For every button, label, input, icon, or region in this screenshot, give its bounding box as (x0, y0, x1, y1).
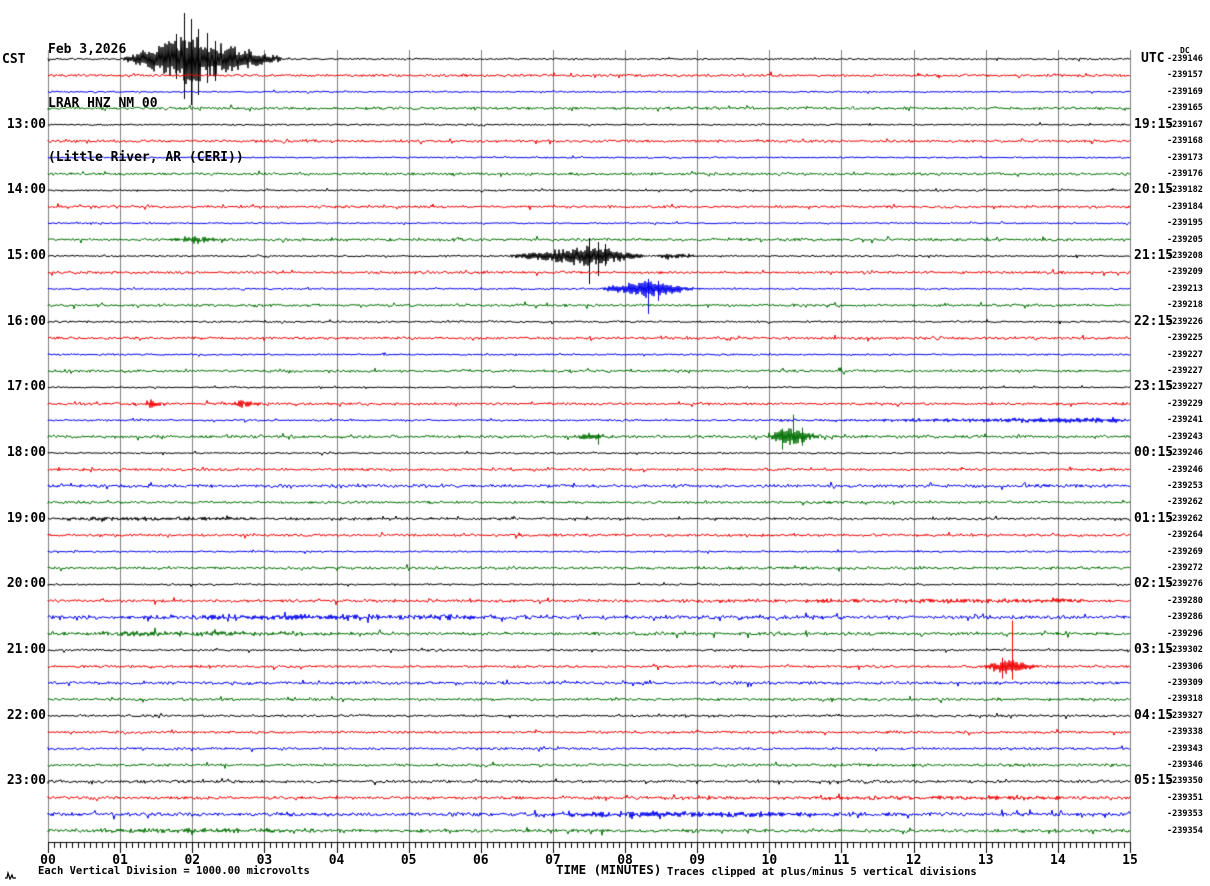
dc-value: -239157 (1167, 70, 1203, 81)
dc-value: -239296 (1167, 628, 1203, 639)
dc-value: -239208 (1167, 251, 1203, 262)
left-hour-label: 21:00 (6, 642, 46, 658)
title-location: (Little River, AR (CERI)) (48, 150, 244, 165)
left-hour-label: 14:00 (6, 182, 46, 198)
left-hour-label: 15:00 (6, 248, 46, 264)
dc-value: -239327 (1167, 710, 1203, 721)
dc-value: -239276 (1167, 579, 1203, 590)
x-tick-label: 14 (1050, 853, 1066, 868)
dc-value: -239280 (1167, 595, 1203, 606)
clip-note: Traces clipped at plus/minus 5 vertical … (667, 866, 977, 878)
dc-value: -239205 (1167, 234, 1203, 245)
x-tick-label: 06 (472, 853, 489, 868)
helicorder-page: Feb 3,2026 LRAR HNZ NM 00 (Little River,… (0, 0, 1210, 886)
dc-value: -239168 (1167, 136, 1203, 147)
dc-value: -239241 (1167, 415, 1203, 426)
dc-value: -239229 (1167, 398, 1203, 409)
dc-value: -239218 (1167, 300, 1203, 311)
title-block: Feb 3,2026 LRAR HNZ NM 00 (Little River,… (48, 4, 244, 204)
left-hour-label: 23:00 (6, 773, 46, 789)
dc-value: -239195 (1167, 218, 1203, 229)
dc-value: -239167 (1167, 119, 1203, 130)
left-hour-label: 18:00 (6, 445, 46, 461)
title-date: Feb 3,2026 (48, 42, 127, 57)
dc-value: -239246 (1167, 464, 1203, 475)
dc-value: -239262 (1167, 497, 1203, 508)
dc-value: -239182 (1167, 185, 1203, 196)
vertical-division-note: Each Vertical Division = 1000.00 microvo… (38, 865, 310, 877)
left-hour-label: 16:00 (6, 313, 46, 329)
dc-value: -239246 (1167, 448, 1203, 459)
left-hour-label: 22:00 (6, 707, 46, 723)
dc-value: -239338 (1167, 727, 1203, 738)
left-axis-label: CST (2, 52, 26, 67)
dc-value: -239343 (1167, 743, 1203, 754)
x-tick-label: 15 (1122, 853, 1138, 868)
dc-value: -239306 (1167, 661, 1203, 672)
dc-value: -239309 (1167, 677, 1203, 688)
left-hour-label: 20:00 (6, 576, 46, 592)
dc-value: -239350 (1167, 776, 1203, 787)
dc-value: -239302 (1167, 645, 1203, 656)
dc-value: -239354 (1167, 825, 1203, 836)
left-hour-label: 13:00 (6, 116, 46, 132)
dc-value: -239262 (1167, 513, 1203, 524)
dc-value: -239243 (1167, 431, 1203, 442)
dc-value: -239213 (1167, 283, 1203, 294)
dc-value: -239184 (1167, 201, 1203, 212)
dc-value: -239227 (1167, 382, 1203, 393)
dc-value: -239146 (1167, 54, 1203, 64)
dc-value: -239165 (1167, 103, 1203, 114)
dc-value: -239264 (1167, 530, 1203, 541)
dc-value: -239272 (1167, 563, 1203, 574)
dc-value: -239351 (1167, 792, 1203, 803)
dc-value: -239225 (1167, 333, 1203, 344)
dc-value: -239227 (1167, 365, 1203, 376)
dc-value: -239226 (1167, 316, 1203, 327)
dc-value: -239353 (1167, 809, 1203, 820)
dc-value: -239286 (1167, 612, 1203, 623)
left-hour-label: 19:00 (6, 510, 46, 526)
x-tick-label: 13 (977, 853, 994, 868)
dc-value: -239169 (1167, 86, 1203, 97)
dc-value: -239227 (1167, 349, 1203, 360)
left-hour-label: 17:00 (6, 379, 46, 395)
dc-value: -239209 (1167, 267, 1203, 278)
dc-value: -239346 (1167, 760, 1203, 771)
x-tick-label: 05 (400, 853, 417, 868)
right-axis-label: UTC (1141, 51, 1165, 66)
title-station: LRAR HNZ NM 00 (48, 96, 158, 111)
seismic-wiggle-icon (5, 871, 16, 880)
x-axis-title: TIME (MINUTES) (556, 862, 662, 877)
dc-value: -239253 (1167, 480, 1203, 491)
dc-value: -239318 (1167, 694, 1203, 705)
dc-value: -239173 (1167, 152, 1203, 163)
x-tick-label: 04 (328, 853, 345, 868)
dc-value: -239176 (1167, 168, 1203, 179)
dc-value: -239269 (1167, 546, 1203, 557)
